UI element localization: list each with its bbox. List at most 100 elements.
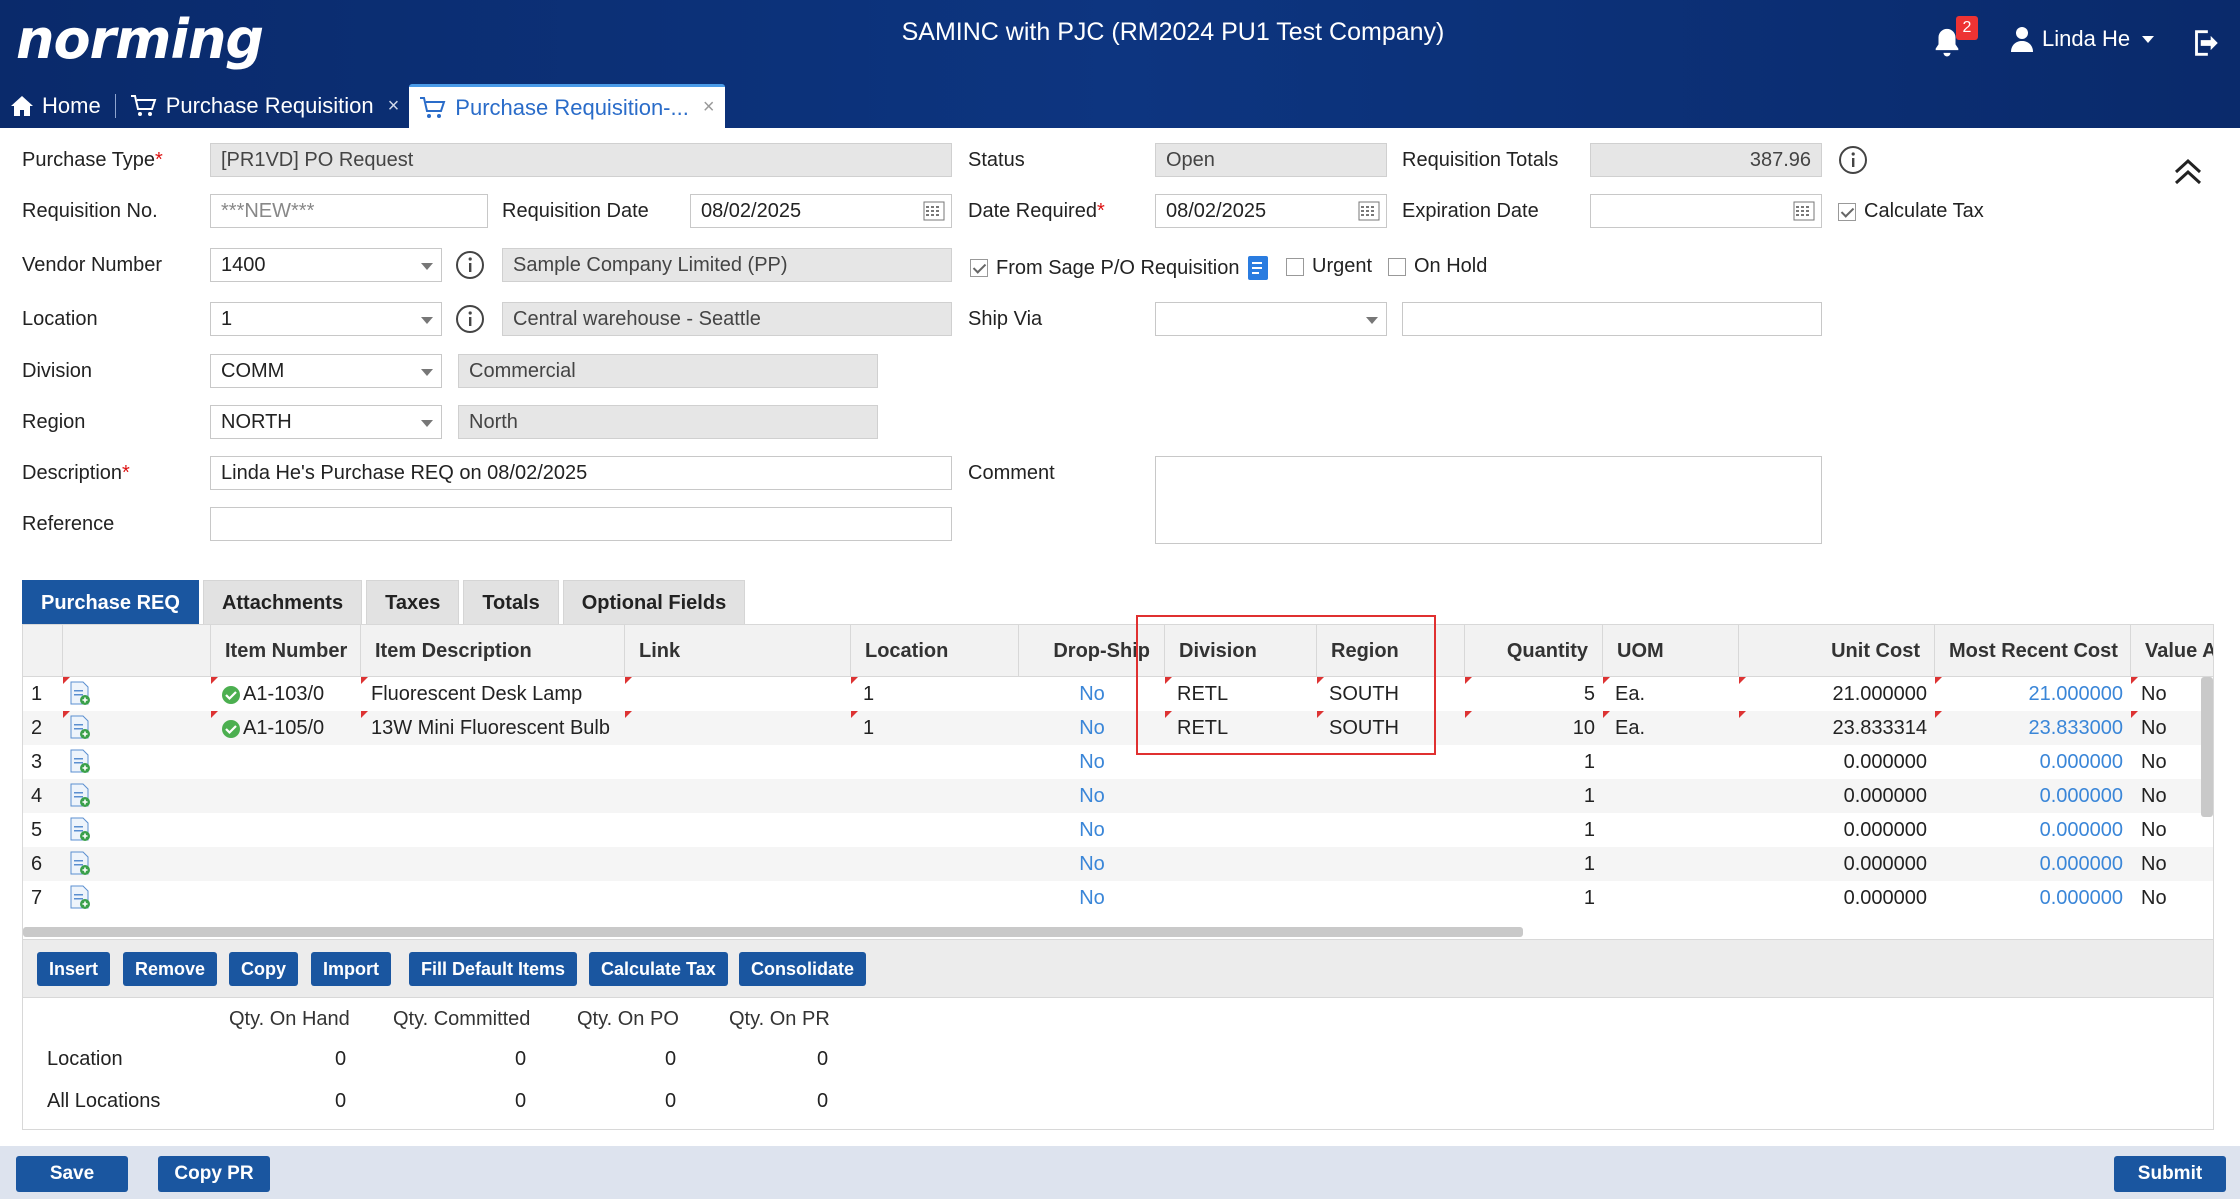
add-detail-icon[interactable]	[69, 681, 91, 705]
tab-home[interactable]: Home	[0, 84, 111, 128]
reference-field[interactable]	[210, 507, 952, 541]
cell-reg[interactable]	[1321, 847, 1465, 881]
cell-uom[interactable]	[1607, 813, 1739, 847]
consolidate-button[interactable]: Consolidate	[739, 952, 867, 986]
from-sage-checkbox[interactable]: From Sage P/O Requisition	[970, 255, 1271, 281]
cell-loc[interactable]	[855, 881, 1019, 915]
cell-unit[interactable]: 21.000000	[1739, 677, 1935, 711]
cell-link[interactable]	[627, 677, 851, 711]
tab-purchase-requisition-new[interactable]: Purchase Requisition-... ×	[409, 84, 725, 128]
table-row[interactable]: 3 No 1 0.000000 0.000000 No	[23, 745, 2213, 779]
cell-qty[interactable]: 10	[1465, 711, 1603, 745]
cell-uom[interactable]	[1607, 847, 1739, 881]
description-field[interactable]: Linda He's Purchase REQ on 08/02/2025	[210, 456, 952, 490]
add-detail-icon[interactable]	[69, 783, 91, 807]
cell-recent[interactable]: 0.000000	[1935, 847, 2131, 881]
cell-item[interactable]	[235, 745, 359, 779]
col-value-add[interactable]: Value Add	[2131, 625, 2213, 677]
date-required-field[interactable]: 08/02/2025	[1155, 194, 1387, 228]
copy-pr-button[interactable]: Copy PR	[158, 1156, 270, 1192]
cell-uom[interactable]	[1607, 881, 1739, 915]
cell-div[interactable]	[1169, 813, 1317, 847]
cell-desc[interactable]: Fluorescent Desk Lamp	[363, 677, 625, 711]
calculate-tax-button[interactable]: Calculate Tax	[589, 952, 728, 986]
cell-qty[interactable]: 1	[1465, 881, 1603, 915]
cell-unit[interactable]: 0.000000	[1739, 779, 1935, 813]
cell-desc[interactable]	[363, 779, 625, 813]
calendar-icon[interactable]	[1358, 201, 1380, 221]
info-icon[interactable]	[455, 250, 485, 280]
cell-reg[interactable]	[1321, 779, 1465, 813]
calendar-icon[interactable]	[1793, 201, 1815, 221]
col-quantity[interactable]: Quantity	[1465, 625, 1603, 677]
ship-via-desc-field[interactable]	[1402, 302, 1822, 336]
cell-link[interactable]	[627, 847, 851, 881]
close-icon[interactable]: ×	[388, 95, 400, 118]
tab-attachments[interactable]: Attachments	[202, 580, 363, 624]
col-most-recent-cost[interactable]: Most Recent Cost	[1935, 625, 2131, 677]
cell-uom[interactable]	[1607, 779, 1739, 813]
fill-default-items-button[interactable]: Fill Default Items	[409, 952, 578, 986]
cell-drop[interactable]: No	[1019, 881, 1165, 915]
table-row[interactable]: 1 A1-103/0 Fluorescent Desk Lamp 1 No RETL SOU…	[23, 677, 2213, 711]
table-row[interactable]: 7 No 1 0.000000 0.000000 No	[23, 881, 2213, 915]
region-dropdown[interactable]: NORTH	[210, 405, 442, 439]
cell-link[interactable]	[627, 779, 851, 813]
comment-textarea[interactable]	[1155, 456, 1822, 544]
cell-recent[interactable]: 23.833000	[1935, 711, 2131, 745]
cell-unit[interactable]: 0.000000	[1739, 847, 1935, 881]
cell-loc[interactable]: 1	[855, 711, 1019, 745]
info-icon[interactable]	[1838, 145, 1868, 175]
cell-div[interactable]	[1169, 847, 1317, 881]
cell-reg[interactable]	[1321, 813, 1465, 847]
cell-div[interactable]	[1169, 779, 1317, 813]
info-icon[interactable]	[455, 304, 485, 334]
table-row[interactable]: 5 No 1 0.000000 0.000000 No	[23, 813, 2213, 847]
cell-unit[interactable]: 23.833314	[1739, 711, 1935, 745]
cell-recent[interactable]: 0.000000	[1935, 881, 2131, 915]
cell-drop[interactable]: No	[1019, 847, 1165, 881]
cell-va[interactable]: No	[2133, 881, 2213, 915]
col-location[interactable]: Location	[851, 625, 1019, 677]
cell-desc[interactable]	[363, 813, 625, 847]
cell-loc[interactable]	[855, 745, 1019, 779]
cell-desc[interactable]: 13W Mini Fluorescent Bulb	[363, 711, 625, 745]
requisition-no-field[interactable]: ***NEW***	[210, 194, 488, 228]
insert-button[interactable]: Insert	[37, 952, 111, 986]
col-item-description[interactable]: Item Description	[361, 625, 625, 677]
cell-desc[interactable]	[363, 847, 625, 881]
cell-link[interactable]	[627, 881, 851, 915]
cell-qty[interactable]: 1	[1465, 745, 1603, 779]
cell-va[interactable]: No	[2133, 813, 2213, 847]
requisition-date-field[interactable]: 08/02/2025	[690, 194, 952, 228]
submit-button[interactable]: Submit	[2114, 1156, 2226, 1192]
table-row[interactable]: 6 No 1 0.000000 0.000000 No	[23, 847, 2213, 881]
cell-item[interactable]: A1-103/0	[235, 677, 359, 711]
add-detail-icon[interactable]	[69, 715, 91, 739]
cell-item[interactable]	[235, 847, 359, 881]
purchase-type-field[interactable]: [PR1VD] PO Request	[210, 143, 952, 177]
cell-qty[interactable]: 5	[1465, 677, 1603, 711]
cell-qty[interactable]: 1	[1465, 779, 1603, 813]
cell-link[interactable]	[627, 813, 851, 847]
remove-button[interactable]: Remove	[123, 952, 218, 986]
col-item-number[interactable]: Item Number	[211, 625, 361, 677]
add-detail-icon[interactable]	[69, 749, 91, 773]
location-dropdown[interactable]: 1	[210, 302, 442, 336]
division-dropdown[interactable]: COMM	[210, 354, 442, 388]
cell-qty[interactable]: 1	[1465, 847, 1603, 881]
cell-drop[interactable]: No	[1019, 813, 1165, 847]
urgent-checkbox[interactable]: Urgent	[1286, 255, 1372, 278]
cell-recent[interactable]: 0.000000	[1935, 745, 2131, 779]
grid-horizontal-scrollbar[interactable]	[23, 927, 1523, 937]
close-icon[interactable]: ×	[703, 96, 715, 119]
cell-desc[interactable]	[363, 745, 625, 779]
cell-recent[interactable]: 0.000000	[1935, 813, 2131, 847]
cell-loc[interactable]	[855, 779, 1019, 813]
save-button[interactable]: Save	[16, 1156, 128, 1192]
collapse-up-icon[interactable]	[2170, 154, 2206, 190]
user-menu[interactable]: Linda He	[2010, 26, 2155, 52]
tab-totals[interactable]: Totals	[463, 580, 559, 624]
add-detail-icon[interactable]	[69, 851, 91, 875]
calendar-icon[interactable]	[923, 201, 945, 221]
